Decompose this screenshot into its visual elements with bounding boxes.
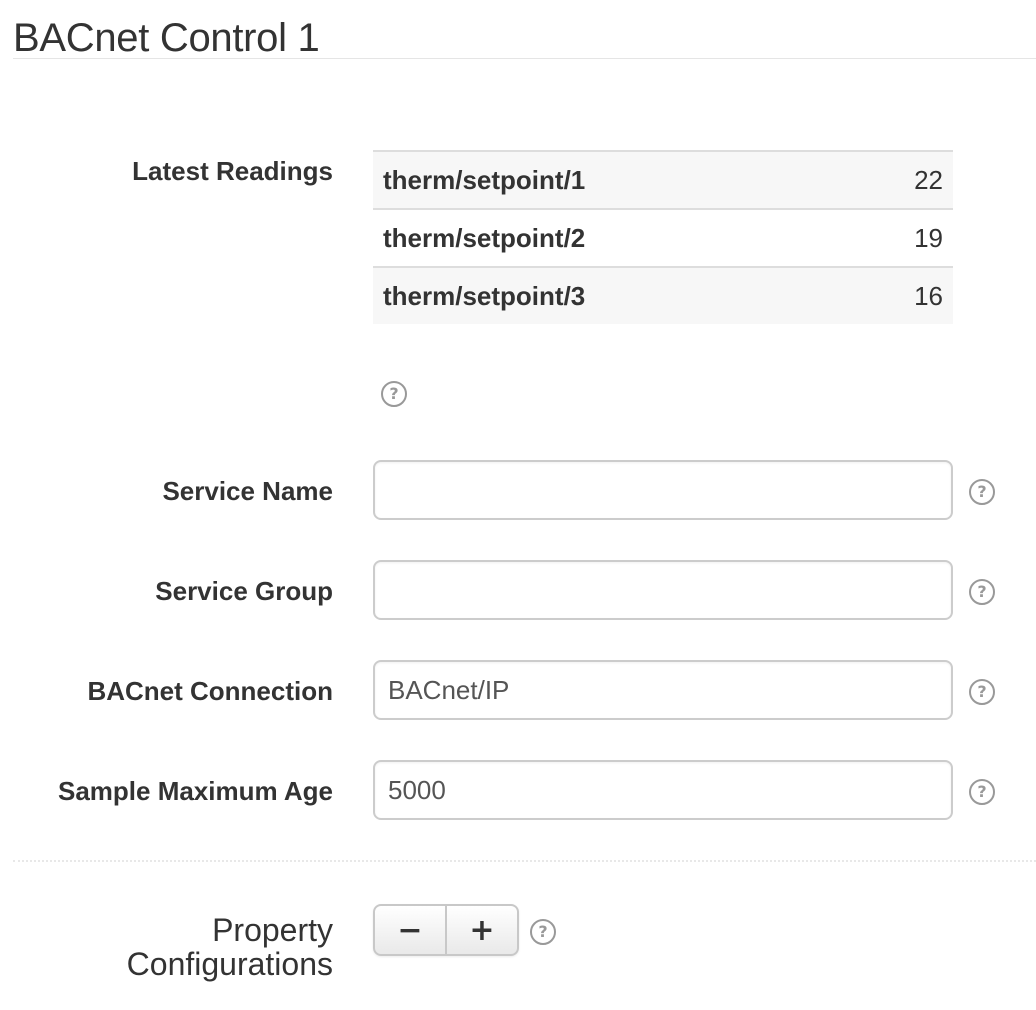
sample-maximum-age-input[interactable] xyxy=(373,760,953,820)
question-circle-icon[interactable]: ? xyxy=(969,479,995,505)
plus-icon: + xyxy=(469,912,495,948)
question-circle-icon[interactable]: ? xyxy=(530,919,556,945)
bacnet-connection-label: BACnet Connection xyxy=(87,676,333,706)
question-circle-icon[interactable]: ? xyxy=(969,779,995,805)
table-row: therm/setpoint/3 16 xyxy=(373,267,953,324)
reading-property: therm/setpoint/3 xyxy=(373,267,849,324)
latest-readings-label: Latest Readings xyxy=(132,156,333,186)
page-title: BACnet Control 1 xyxy=(13,16,320,60)
service-group-input[interactable] xyxy=(373,560,953,620)
question-circle-icon[interactable]: ? xyxy=(381,381,407,407)
reading-property: therm/setpoint/1 xyxy=(373,151,849,210)
property-configurations-button-group: − + xyxy=(373,904,519,956)
question-circle-icon[interactable]: ? xyxy=(969,679,995,705)
bacnet-connection-input[interactable] xyxy=(373,660,953,720)
reading-property: therm/setpoint/2 xyxy=(373,209,849,268)
remove-property-button[interactable]: − xyxy=(375,906,445,954)
latest-readings-table: therm/setpoint/1 22 therm/setpoint/2 19 … xyxy=(373,150,953,324)
question-circle-icon[interactable]: ? xyxy=(969,579,995,605)
property-configurations-label: Property Configurations xyxy=(126,912,333,982)
sample-maximum-age-label: Sample Maximum Age xyxy=(57,776,333,806)
reading-value: 19 xyxy=(848,209,953,268)
table-row: therm/setpoint/1 22 xyxy=(373,151,953,210)
service-group-label: Service Group xyxy=(155,576,333,606)
table-row: therm/setpoint/2 19 xyxy=(373,209,953,268)
service-name-input[interactable] xyxy=(373,460,953,520)
minus-icon: − xyxy=(397,912,423,948)
section-divider xyxy=(13,860,1036,862)
title-divider xyxy=(13,58,1036,59)
reading-value: 16 xyxy=(848,267,953,324)
service-name-label: Service Name xyxy=(162,476,333,506)
reading-value: 22 xyxy=(848,151,953,210)
add-property-button[interactable]: + xyxy=(445,906,517,954)
